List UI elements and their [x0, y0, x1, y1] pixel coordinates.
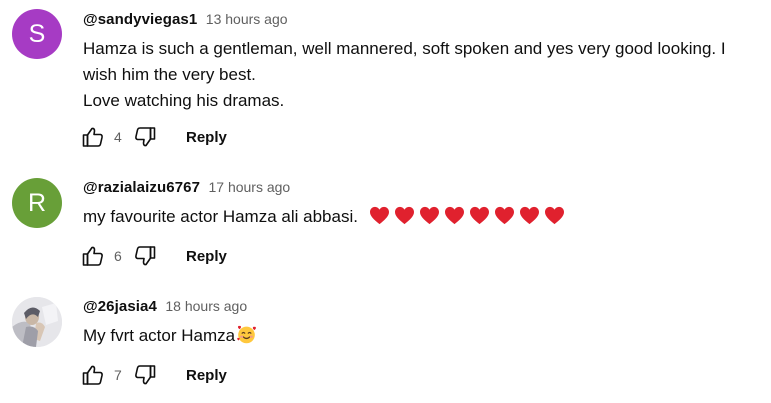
- comment-text: Hamza is such a gentleman, well mannered…: [83, 36, 753, 114]
- comment-author[interactable]: @sandyviegas1: [83, 11, 197, 28]
- comment-text-line: Love watching his dramas.: [83, 91, 285, 110]
- avatar[interactable]: [12, 297, 62, 347]
- comment-text-body: My fvrt actor Hamza: [83, 326, 236, 345]
- thumbs-down-icon: [135, 127, 156, 147]
- like-button[interactable]: [80, 124, 106, 150]
- comment-text: My fvrt actor Hamza: [83, 323, 753, 353]
- praying-person-photo-icon: [12, 297, 62, 347]
- avatar-letter: S: [28, 20, 46, 48]
- comment-text: my favourite actor Hamza ali abbasi.: [83, 204, 753, 230]
- comment-time[interactable]: 13 hours ago: [206, 11, 288, 27]
- comment-author[interactable]: @26jasia4: [83, 298, 157, 315]
- comment-text-line: Hamza is such a gentleman, well mannered…: [83, 39, 726, 58]
- comment-text-body: my favourite actor Hamza ali abbasi.: [83, 207, 358, 226]
- red-heart-icon: [544, 206, 564, 225]
- avatar[interactable]: S: [12, 9, 62, 59]
- red-heart-icon: [444, 206, 464, 225]
- comment-time[interactable]: 18 hours ago: [165, 298, 247, 314]
- red-heart-icon: [494, 206, 514, 225]
- like-count: 6: [114, 248, 122, 264]
- like-count: 7: [114, 367, 122, 383]
- red-heart-icon: [369, 206, 389, 225]
- dislike-button[interactable]: [132, 124, 158, 150]
- red-heart-icon: [519, 206, 539, 225]
- heart-emoji-row: [369, 206, 565, 225]
- comment-actions: 7 Reply: [80, 360, 227, 390]
- like-count: 4: [114, 129, 122, 145]
- comment-text-line: wish him the very best.: [83, 65, 256, 84]
- dislike-button[interactable]: [132, 362, 158, 388]
- red-heart-icon: [419, 206, 439, 225]
- thumbs-down-icon: [135, 246, 156, 266]
- like-button[interactable]: [80, 243, 106, 269]
- reply-button[interactable]: Reply: [186, 129, 227, 146]
- thumbs-up-icon: [82, 246, 103, 266]
- comment-author[interactable]: @razialaizu6767: [83, 179, 200, 196]
- thumbs-down-icon: [135, 365, 156, 385]
- thumbs-up-icon: [82, 127, 103, 147]
- comment-time[interactable]: 17 hours ago: [208, 179, 290, 195]
- thumbs-up-icon: [82, 365, 103, 385]
- comment-actions: 4 Reply: [80, 122, 227, 152]
- red-heart-icon: [394, 206, 414, 225]
- red-heart-icon: [469, 206, 489, 225]
- reply-button[interactable]: Reply: [186, 248, 227, 265]
- avatar[interactable]: R: [12, 178, 62, 228]
- like-button[interactable]: [80, 362, 106, 388]
- smiling-face-with-hearts-icon: [236, 324, 257, 353]
- dislike-button[interactable]: [132, 243, 158, 269]
- avatar-letter: R: [27, 189, 47, 217]
- reply-button[interactable]: Reply: [186, 367, 227, 384]
- comment-actions: 6 Reply: [80, 241, 227, 271]
